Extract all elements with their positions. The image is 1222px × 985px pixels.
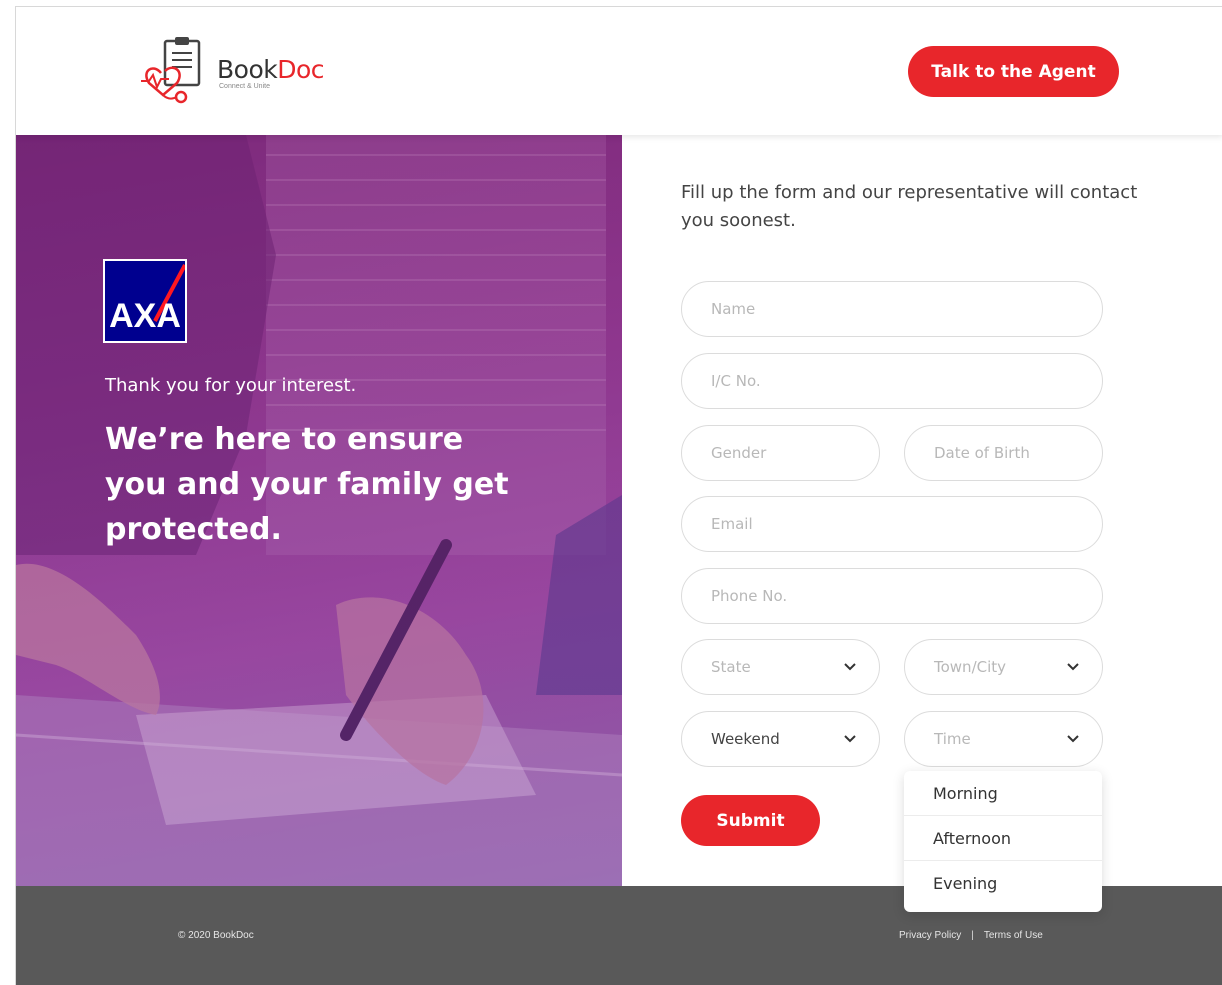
day-select[interactable]: Weekend [681, 711, 880, 767]
terms-of-use-link[interactable]: Terms of Use [984, 930, 1043, 941]
page-frame: BookDoc Connect & Unite Talk to the Agen… [15, 6, 1222, 985]
privacy-policy-link[interactable]: Privacy Policy [899, 930, 961, 941]
footer-links: Privacy Policy | Terms of Use [899, 930, 1043, 941]
name-field[interactable]: Name [681, 281, 1103, 337]
submit-button[interactable]: Submit [681, 795, 820, 846]
hero-thanks: Thank you for your interest. [105, 375, 357, 396]
ic-number-field[interactable]: I/C No. [681, 353, 1103, 409]
town-select-label: Town/City [934, 658, 1007, 676]
form-intro: Fill up the form and our representative … [681, 182, 1138, 231]
chevron-down-icon [1067, 735, 1079, 743]
town-select[interactable]: Town/City [904, 639, 1103, 695]
footer-separator: | [971, 930, 974, 941]
time-select-label: Time [934, 730, 971, 748]
hero-headline: We’re here to ensure you and your family… [105, 422, 509, 547]
time-option-morning[interactable]: Morning [904, 771, 1102, 816]
bookdoc-logo[interactable]: BookDoc Connect & Unite [139, 35, 339, 105]
time-dropdown-menu: Morning Afternoon Evening [904, 771, 1102, 912]
talk-to-agent-button[interactable]: Talk to the Agent [908, 46, 1119, 97]
axa-logo-mark: AXA [109, 264, 185, 335]
date-of-birth-field[interactable]: Date of Birth [904, 425, 1103, 481]
time-select[interactable]: Time [904, 711, 1103, 767]
state-select-label: State [711, 658, 751, 676]
chevron-down-icon [1067, 663, 1079, 671]
axa-logo: AXA [103, 259, 187, 343]
gender-field[interactable]: Gender [681, 425, 880, 481]
time-option-afternoon[interactable]: Afternoon [904, 816, 1102, 861]
site-header: BookDoc Connect & Unite Talk to the Agen… [16, 7, 1222, 135]
phone-field[interactable]: Phone No. [681, 568, 1103, 624]
logo-wordmark: BookDoc [217, 55, 325, 84]
copyright-text: © 2020 BookDoc [178, 930, 254, 941]
hero-banner: AXA Thank you for your interest. We’re h… [16, 135, 622, 886]
clipboard-heart-icon [141, 37, 201, 104]
logo-book: Book [217, 55, 278, 84]
logo-tagline: Connect & Unite [219, 83, 270, 90]
time-option-evening[interactable]: Evening [904, 861, 1102, 906]
state-select[interactable]: State [681, 639, 880, 695]
chevron-down-icon [844, 663, 856, 671]
axa-logo-text: AXA [109, 297, 181, 335]
logo-doc: Doc [277, 55, 325, 84]
day-select-value: Weekend [711, 730, 780, 748]
email-field[interactable]: Email [681, 496, 1103, 552]
chevron-down-icon [844, 735, 856, 743]
